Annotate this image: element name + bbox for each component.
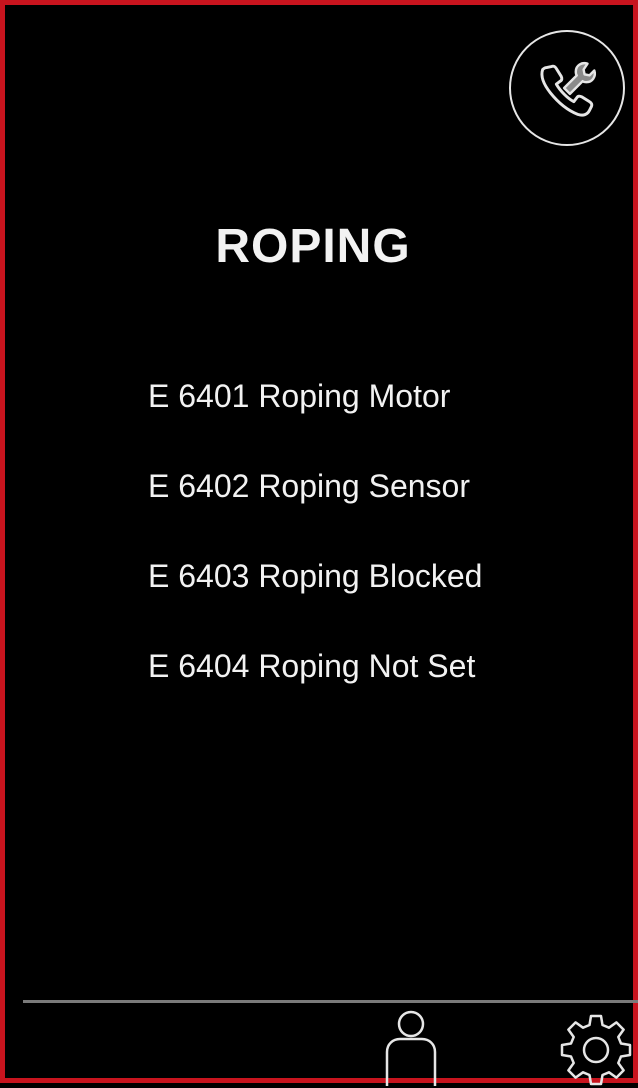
- app-frame: ROPING E 6401 Roping Motor E 6402 Roping…: [0, 0, 638, 1086]
- service-button[interactable]: [509, 30, 625, 146]
- error-item-e6404[interactable]: E 6404 Roping Not Set: [148, 641, 618, 731]
- user-button[interactable]: [383, 1006, 439, 1086]
- gear-icon: [560, 1014, 632, 1086]
- bottom-bar: [23, 1000, 638, 1086]
- error-item-e6402[interactable]: E 6402 Roping Sensor: [148, 461, 618, 551]
- user-icon: [385, 1010, 437, 1086]
- error-item-e6401[interactable]: E 6401 Roping Motor: [148, 371, 618, 461]
- bottom-divider: [23, 1000, 638, 1003]
- error-list: E 6401 Roping Motor E 6402 Roping Sensor…: [148, 371, 618, 731]
- phone-wrench-icon: [540, 61, 597, 117]
- settings-button[interactable]: [558, 1012, 634, 1088]
- error-item-e6403[interactable]: E 6403 Roping Blocked: [148, 551, 618, 641]
- page-title: ROPING: [215, 220, 411, 273]
